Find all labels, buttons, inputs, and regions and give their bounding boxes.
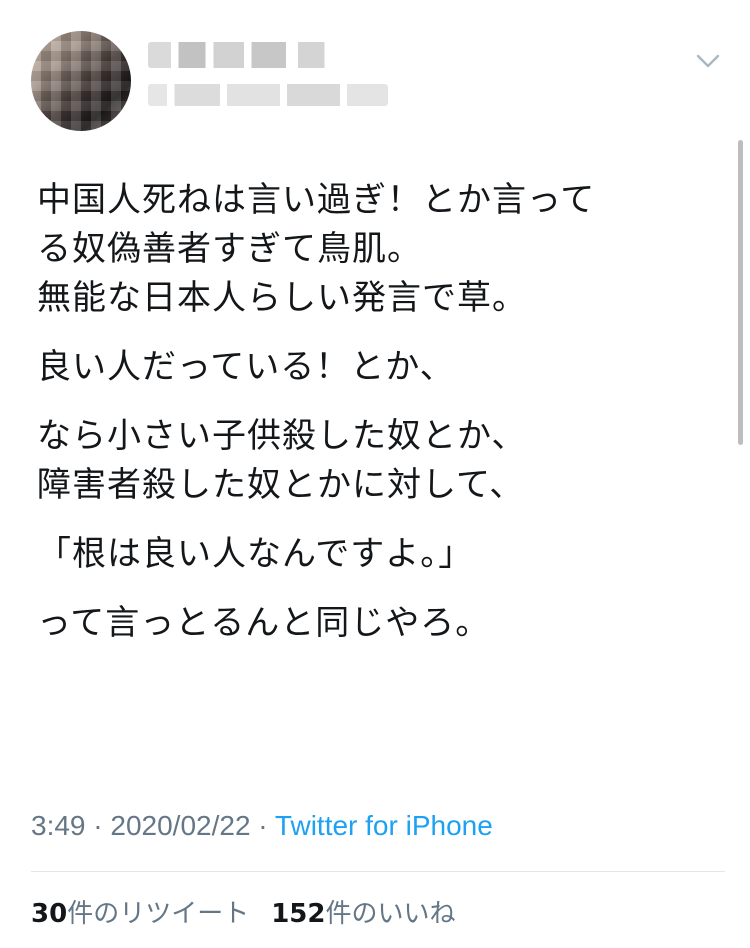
- likes-stat[interactable]: 152件のいいね: [271, 899, 455, 929]
- tweet-line: 障害者殺した奴とかに対して、: [37, 465, 525, 505]
- tweet-detail-page: 中国人死ねは言い過ぎ！とか言って る奴偽善者すぎて鳥肌。 無能な日本人らしい発言…: [0, 0, 750, 948]
- tweet-line: なら小さい子供殺した奴とか、: [37, 416, 527, 456]
- retweets-count: 30: [31, 899, 68, 929]
- username-redacted[interactable]: [148, 84, 388, 106]
- tweet-stats: 30件のリツイート 152件のいいね: [31, 896, 456, 932]
- tweet-text: 中国人死ねは言い過ぎ！とか言って る奴偽善者すぎて鳥肌。 無能な日本人らしい発言…: [37, 176, 707, 648]
- tweet-date: 2020/02/22: [110, 810, 251, 841]
- tweet-line: 無能な日本人らしい発言で草。: [37, 278, 527, 318]
- tweet-meta: 3:49 · 2020/02/22 · Twitter for iPhone: [31, 808, 493, 844]
- avatar-pixelation: [31, 31, 131, 131]
- tweet-paragraph: って言っとるんと同じやろ。: [37, 599, 707, 648]
- likes-label: 件のいいね: [325, 899, 456, 929]
- tweet-paragraph: 良い人だっている！とか、: [37, 343, 707, 392]
- chevron-down-icon[interactable]: [694, 48, 722, 72]
- tweet-line: 良い人だっている！とか、: [37, 347, 455, 387]
- meta-separator: ·: [85, 810, 111, 841]
- tweet-line: 中国人死ねは言い過ぎ！とか言って: [37, 180, 596, 220]
- tweet-line: る奴偽善者すぎて鳥肌。: [37, 229, 422, 269]
- display-name-redacted[interactable]: [148, 42, 340, 68]
- meta-separator: ·: [250, 810, 275, 841]
- retweets-stat[interactable]: 30件のリツイート: [31, 899, 249, 929]
- likes-count: 152: [271, 899, 326, 929]
- tweet-paragraph: 「根は良い人なんですよ。」: [37, 530, 707, 579]
- retweets-label: 件のリツイート: [67, 899, 250, 929]
- tweet-line: って言っとるんと同じやろ。: [37, 603, 491, 643]
- tweet-source-link[interactable]: Twitter for iPhone: [275, 810, 493, 841]
- scrollbar[interactable]: [738, 140, 743, 445]
- avatar[interactable]: [31, 31, 131, 131]
- tweet-paragraph: 中国人死ねは言い過ぎ！とか言って る奴偽善者すぎて鳥肌。 無能な日本人らしい発言…: [37, 176, 707, 323]
- tweet-time: 3:49: [31, 810, 86, 841]
- tweet-line: 「根は良い人なんですよ。」: [37, 534, 474, 574]
- tweet-paragraph: なら小さい子供殺した奴とか、 障害者殺した奴とかに対して、: [37, 412, 707, 510]
- divider: [31, 871, 725, 872]
